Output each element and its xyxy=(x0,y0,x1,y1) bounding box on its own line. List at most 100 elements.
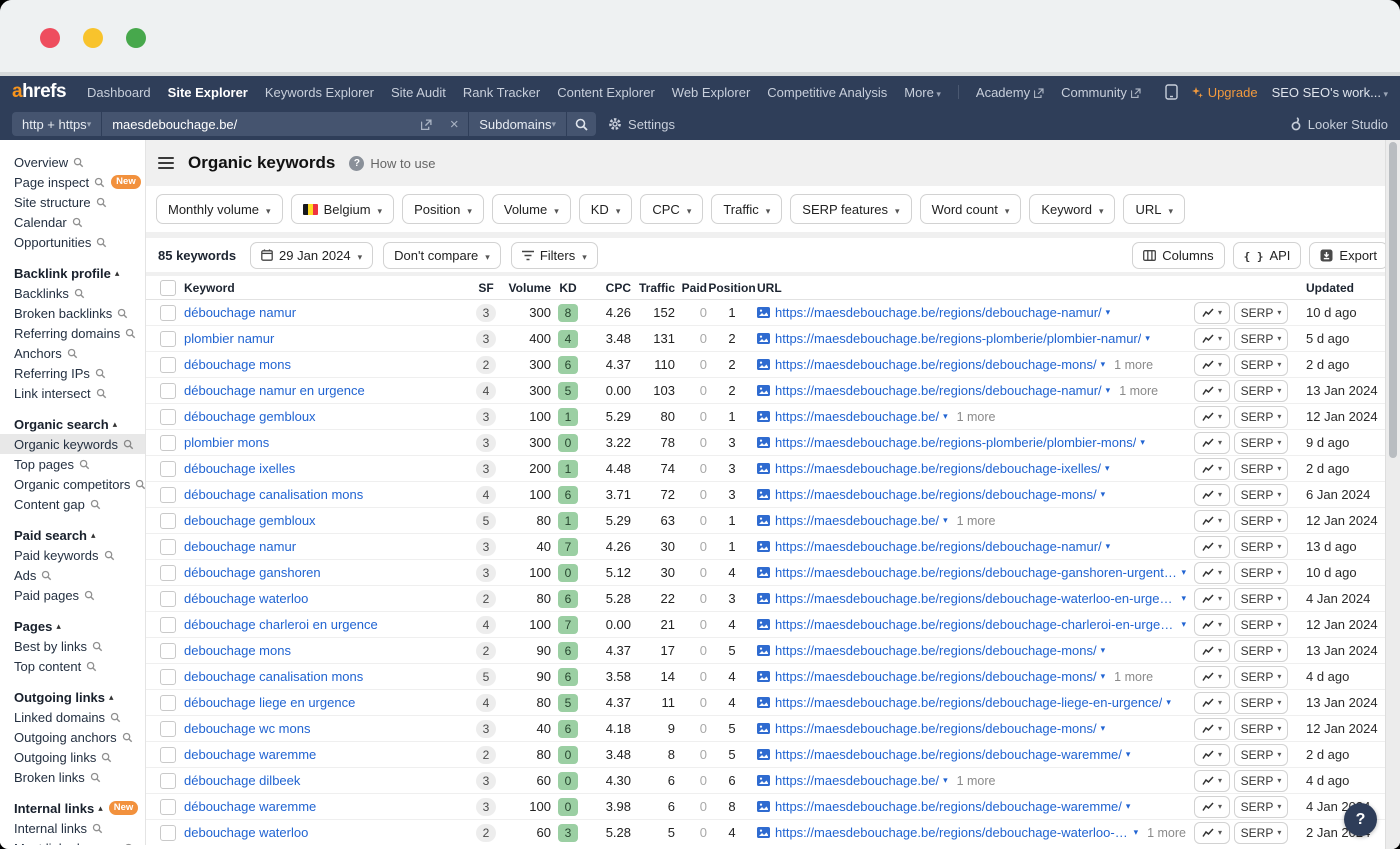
keyword-link[interactable]: debouchage wc mons xyxy=(184,721,469,736)
position-history-button[interactable] xyxy=(1194,614,1230,636)
sidebar-item-outgoing-anchors[interactable]: Outgoing anchors xyxy=(0,727,145,747)
export-button[interactable]: Export xyxy=(1309,242,1388,269)
keyword-link[interactable]: débouchage waterloo xyxy=(184,591,469,606)
serp-button[interactable]: SERP xyxy=(1234,640,1288,662)
url-dropdown-icon[interactable] xyxy=(1126,801,1131,812)
sidebar-item-best-by-links[interactable]: Best by links xyxy=(0,636,145,656)
position-history-button[interactable] xyxy=(1194,640,1230,662)
upgrade-button[interactable]: Upgrade xyxy=(1192,85,1258,100)
col-volume[interactable]: Volume xyxy=(509,281,551,295)
nav-item-community[interactable]: Community xyxy=(1061,85,1141,100)
sidebar-item-top-pages[interactable]: Top pages xyxy=(0,454,145,474)
url-link[interactable]: https://maesdebouchage.be/regions-plombe… xyxy=(775,331,1141,346)
row-checkbox[interactable] xyxy=(160,565,176,581)
help-button[interactable] xyxy=(1344,803,1377,836)
col-kd[interactable]: KD xyxy=(559,281,576,295)
nav-item-dashboard[interactable]: Dashboard xyxy=(87,85,151,100)
url-link[interactable]: https://maesdebouchage.be/regions/debouc… xyxy=(775,305,1102,320)
workspace-selector[interactable]: SEO SEO's work... xyxy=(1272,85,1388,100)
row-checkbox[interactable] xyxy=(160,643,176,659)
position-history-button[interactable] xyxy=(1194,458,1230,480)
nav-item-keywords-explorer[interactable]: Keywords Explorer xyxy=(265,85,374,100)
col-keyword[interactable]: Keyword xyxy=(184,281,469,295)
sidebar-item-anchors[interactable]: Anchors xyxy=(0,343,145,363)
sidebar-item-paid-keywords[interactable]: Paid keywords xyxy=(0,545,145,565)
more-urls-link[interactable]: 1 more xyxy=(1114,358,1153,372)
position-history-button[interactable] xyxy=(1194,510,1230,532)
url-dropdown-icon[interactable] xyxy=(943,411,948,422)
position-history-button[interactable] xyxy=(1194,328,1230,350)
serp-button[interactable]: SERP xyxy=(1234,614,1288,636)
col-cpc[interactable]: CPC xyxy=(606,281,631,295)
url-link[interactable]: https://maesdebouchage.be/regions/debouc… xyxy=(775,669,1097,684)
more-urls-link[interactable]: 1 more xyxy=(1147,826,1186,840)
sidebar-item-organic-keywords[interactable]: Organic keywords xyxy=(0,434,145,454)
more-urls-link[interactable]: 1 more xyxy=(1114,670,1153,684)
serp-button[interactable]: SERP xyxy=(1234,302,1288,324)
sidebar-item-most-linked-pages[interactable]: Most linked pages xyxy=(0,838,145,845)
col-position[interactable]: Position xyxy=(708,281,755,295)
url-link[interactable]: https://maesdebouchage.be/regions/debouc… xyxy=(775,747,1122,762)
url-dropdown-icon[interactable] xyxy=(1105,463,1110,474)
device-icon[interactable] xyxy=(1165,84,1178,100)
serp-button[interactable]: SERP xyxy=(1234,770,1288,792)
sidebar-item-broken-links[interactable]: Broken links xyxy=(0,767,145,787)
protocol-select[interactable]: http + https xyxy=(12,112,102,136)
vertical-scrollbar[interactable] xyxy=(1385,140,1400,849)
row-checkbox[interactable] xyxy=(160,357,176,373)
row-checkbox[interactable] xyxy=(160,409,176,425)
serp-button[interactable]: SERP xyxy=(1234,432,1288,454)
close-window-button[interactable] xyxy=(40,28,60,48)
sidebar-item-link-intersect[interactable]: Link intersect xyxy=(0,383,145,403)
sidebar-item-content-gap[interactable]: Content gap xyxy=(0,494,145,514)
url-link[interactable]: https://maesdebouchage.be/ xyxy=(775,513,939,528)
serp-button[interactable]: SERP xyxy=(1234,718,1288,740)
url-link[interactable]: https://maesdebouchage.be/regions/debouc… xyxy=(775,591,1177,606)
sidebar-item-broken-backlinks[interactable]: Broken backlinks xyxy=(0,303,145,323)
serp-button[interactable]: SERP xyxy=(1234,744,1288,766)
filter-chip-url[interactable]: URL xyxy=(1123,194,1185,224)
sidebar-item-referring-ips[interactable]: Referring IPs xyxy=(0,363,145,383)
col-sf[interactable]: SF xyxy=(478,281,493,295)
filter-chip-keyword[interactable]: Keyword xyxy=(1029,194,1115,224)
url-link[interactable]: https://maesdebouchage.be/regions/debouc… xyxy=(775,721,1097,736)
position-history-button[interactable] xyxy=(1194,302,1230,324)
nav-item-academy[interactable]: Academy xyxy=(976,85,1044,100)
position-history-button[interactable] xyxy=(1194,354,1230,376)
keyword-link[interactable]: débouchage gembloux xyxy=(184,409,469,424)
filter-chip-volume[interactable]: Volume xyxy=(492,194,571,224)
position-history-button[interactable] xyxy=(1194,406,1230,428)
nav-item-rank-tracker[interactable]: Rank Tracker xyxy=(463,85,540,100)
url-dropdown-icon[interactable] xyxy=(1101,671,1106,682)
filter-chip-cpc[interactable]: CPC xyxy=(640,194,703,224)
sidebar-item-calendar[interactable]: Calendar xyxy=(0,212,145,232)
position-history-button[interactable] xyxy=(1194,484,1230,506)
filter-chip-traffic[interactable]: Traffic xyxy=(711,194,782,224)
nav-item-content-explorer[interactable]: Content Explorer xyxy=(557,85,655,100)
url-link[interactable]: https://maesdebouchage.be/ xyxy=(775,773,939,788)
ahrefs-logo[interactable]: ahrefs xyxy=(12,81,66,103)
sidebar-item-internal-links[interactable]: Internal links xyxy=(0,818,145,838)
url-link[interactable]: https://maesdebouchage.be/regions/debouc… xyxy=(775,539,1102,554)
sidebar-item-site-structure[interactable]: Site structure xyxy=(0,192,145,212)
search-icon[interactable] xyxy=(566,112,596,136)
url-link[interactable]: https://maesdebouchage.be/regions/debouc… xyxy=(775,487,1097,502)
row-checkbox[interactable] xyxy=(160,591,176,607)
url-link[interactable]: https://maesdebouchage.be/regions/debouc… xyxy=(775,825,1130,840)
url-dropdown-icon[interactable] xyxy=(1106,541,1111,552)
nav-item-competitive-analysis[interactable]: Competitive Analysis xyxy=(767,85,887,100)
clear-target-icon[interactable]: × xyxy=(440,112,468,136)
more-urls-link[interactable]: 1 more xyxy=(957,774,996,788)
sidebar-item-opportunities[interactable]: Opportunities xyxy=(0,232,145,252)
url-dropdown-icon[interactable] xyxy=(1101,723,1106,734)
url-dropdown-icon[interactable] xyxy=(943,775,948,786)
serp-button[interactable]: SERP xyxy=(1234,822,1288,844)
keyword-link[interactable]: debouchage namur xyxy=(184,539,469,554)
more-urls-link[interactable]: 1 more xyxy=(1119,384,1158,398)
row-checkbox[interactable] xyxy=(160,487,176,503)
how-to-use-link[interactable]: How to use xyxy=(349,156,435,171)
filters-button[interactable]: Filters xyxy=(511,242,598,269)
position-history-button[interactable] xyxy=(1194,380,1230,402)
serp-button[interactable]: SERP xyxy=(1234,380,1288,402)
keyword-link[interactable]: plombier mons xyxy=(184,435,469,450)
